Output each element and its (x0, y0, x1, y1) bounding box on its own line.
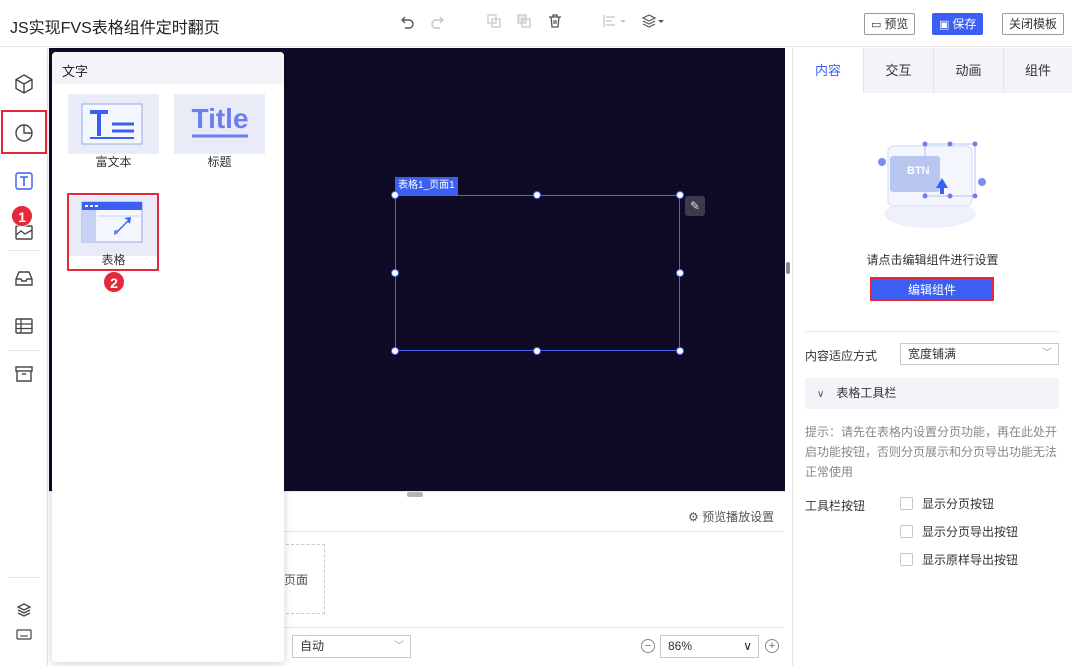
section-title: 表格工具栏 (836, 386, 897, 400)
auto-select[interactable]: 自动 ﹀ (292, 635, 411, 658)
toolbar-buttons-label: 工具栏按钮 (805, 499, 866, 513)
step-badge-1: 1 (11, 205, 33, 227)
undo-icon[interactable] (398, 14, 416, 32)
selected-component-tag[interactable]: 表格1_页面1 (395, 177, 458, 195)
monitor-icon: ▭ (871, 19, 882, 31)
content-fit-value: 宽度铺满 (908, 347, 957, 361)
toolbar-tip: 提示：请先在表格内设置分页功能，再在此处开启功能按钮，否则分页展示和分页导出功能… (805, 425, 1058, 479)
text-icon[interactable] (12, 169, 36, 193)
content-fit-label: 内容适应方式 (805, 349, 878, 363)
layers-icon[interactable] (12, 598, 36, 622)
content-fit-select[interactable]: 宽度铺满 ﹀ (900, 343, 1059, 365)
title-label: 标题 (207, 155, 232, 169)
save-label: 保存 (952, 17, 977, 31)
resize-handle[interactable] (533, 191, 541, 199)
edit-hint-text: 请点击编辑组件进行设置 (866, 253, 999, 267)
rail-divider (8, 577, 40, 578)
svg-text:Title: Title (191, 103, 248, 134)
preview-label: 预览 (884, 17, 909, 31)
save-button[interactable]: ▣ 保存 (932, 13, 984, 35)
auto-select-value: 自动 (300, 639, 325, 653)
chevron-down-icon: ∨ (743, 639, 752, 653)
tab-content[interactable]: 内容 (793, 48, 863, 93)
playback-settings-label: 预览播放设置 (702, 510, 775, 524)
resize-handle[interactable] (391, 347, 399, 355)
close-template-button[interactable]: 关闭模板 (1002, 13, 1065, 35)
paste-icon[interactable] (515, 14, 533, 32)
table-toolbar-section[interactable]: ∨ 表格工具栏 (805, 378, 1059, 409)
resize-handle[interactable] (391, 191, 399, 199)
copy-icon[interactable] (485, 14, 503, 32)
page-thumbnail-label: 页面 (284, 573, 309, 587)
top-toolbar: JS实现FVS表格组件定时翻页 ▭ 预览 ▣ 保存 关闭模板 (0, 0, 1072, 47)
rich-text-label: 富文本 (95, 155, 132, 169)
zoom-out-icon[interactable]: − (641, 639, 655, 653)
save-icon: ▣ (939, 19, 950, 31)
text-components-popup: 文字 富文本 Title 标题 表格 (52, 52, 284, 662)
align-dropdown-icon[interactable] (602, 14, 628, 32)
chevron-down-icon: ∨ (817, 389, 825, 400)
tab-component[interactable]: 组件 (1003, 48, 1072, 93)
edit-pen-icon[interactable]: ✎ (685, 196, 705, 216)
preview-button[interactable]: ▭ 预览 (864, 13, 916, 35)
table-component-selection[interactable] (395, 195, 680, 351)
tab-animation[interactable]: 动画 (933, 48, 1003, 93)
divider (805, 331, 1059, 332)
rich-text-card[interactable] (68, 94, 159, 154)
divider (284, 531, 784, 532)
resize-handle[interactable] (676, 191, 684, 199)
svg-text:BTN: BTN (907, 165, 930, 177)
delete-icon[interactable] (546, 14, 564, 32)
checkbox-box[interactable] (900, 497, 913, 510)
text-rail-highlight (1, 110, 47, 154)
checkbox-label: 显示分页导出按钮 (922, 525, 1019, 539)
properties-tabs: 内容 交互 动画 组件 (793, 48, 1072, 93)
panel-splitter[interactable] (786, 262, 790, 274)
cube-icon[interactable] (12, 72, 36, 96)
checkbox-show-original-export[interactable]: 显示原样导出按钮 (900, 552, 1018, 568)
resize-handle[interactable] (391, 269, 399, 277)
zoom-select[interactable]: 86% ∨ (660, 635, 759, 658)
title-icon: Title (191, 103, 249, 138)
rail-divider (8, 350, 40, 351)
checkbox-show-paging[interactable]: 显示分页按钮 (900, 496, 994, 512)
checkbox-box[interactable] (900, 553, 913, 566)
resize-handle[interactable] (676, 347, 684, 355)
divider (284, 627, 784, 628)
checkbox-label: 显示分页按钮 (922, 497, 995, 511)
resize-handle[interactable] (676, 269, 684, 277)
table-icon[interactable] (12, 314, 36, 338)
rich-text-icon (81, 103, 143, 145)
step-badge-2: 2 (103, 271, 125, 293)
inbox-icon[interactable] (12, 266, 36, 290)
redo-icon[interactable] (429, 14, 447, 32)
checkbox-show-paging-export[interactable]: 显示分页导出按钮 (900, 524, 1018, 540)
zoom-value: 86% (668, 639, 693, 653)
chevron-down-icon: ﹀ (1042, 348, 1052, 359)
chevron-down-icon: ﹀ (394, 641, 404, 652)
resize-handle[interactable] (533, 347, 541, 355)
layer-order-dropdown-icon[interactable] (641, 14, 666, 32)
title-card[interactable]: Title (174, 94, 265, 154)
table-card-highlight (67, 193, 159, 271)
panel-drag-handle[interactable] (407, 492, 423, 497)
checkbox-label: 显示原样导出按钮 (922, 553, 1019, 567)
popup-header: 文字 (52, 52, 284, 84)
keyboard-icon[interactable] (12, 622, 36, 646)
rail-divider (8, 250, 40, 251)
button-illustration: BTN (878, 141, 986, 228)
tab-interaction[interactable]: 交互 (863, 48, 933, 93)
zoom-in-icon[interactable]: + (765, 639, 779, 653)
template-title: JS实现FVS表格组件定时翻页 (10, 20, 220, 37)
archive-icon[interactable] (12, 362, 36, 386)
gear-icon: ⚙ (688, 510, 699, 524)
playback-settings-link[interactable]: ⚙ 预览播放设置 (688, 508, 774, 525)
checkbox-box[interactable] (900, 525, 913, 538)
edit-component-button[interactable]: 编辑组件 (870, 277, 994, 301)
